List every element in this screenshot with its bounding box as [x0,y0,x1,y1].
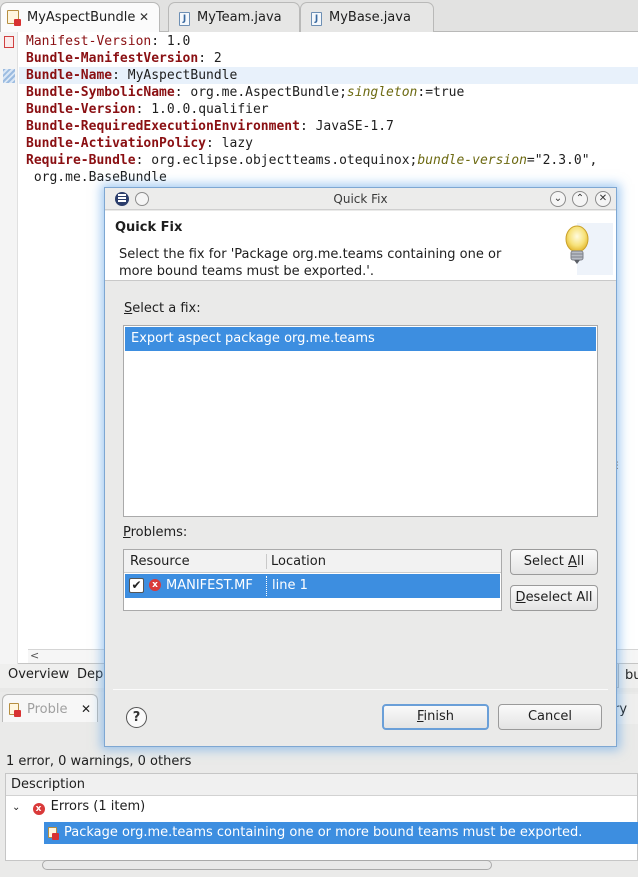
problem-row[interactable]: Package org.me.teams containing one or m… [44,822,638,844]
dialog-titlebar[interactable]: Quick Fix ⌄ ⌃ ✕ [105,188,616,210]
manifest-value: lazy [221,136,253,151]
tab-label: MyBase.java [329,10,411,25]
manifest-value: org.eclipse.objectteams.otequinox; [151,153,418,168]
deselect-all-button[interactable]: Deselect All [510,585,598,611]
scrollbar-thumb[interactable] [42,860,492,870]
errors-group-row[interactable]: ⌄ x Errors (1 item) [12,799,145,819]
manifest-key: Bundle-ManifestVersion [26,51,199,66]
close-icon[interactable]: ✕ [139,10,149,24]
dialog-header-message: Select the fix for 'Package org.me.teams… [119,247,502,279]
finish-button[interactable]: Finish [382,704,489,730]
current-line-marker-icon [3,69,15,83]
select-all-button[interactable]: Select All [510,549,598,575]
problems-table[interactable]: Description ⌄ x Errors (1 item) Package … [5,773,638,861]
manifest-key: Manifest-Version [26,34,152,49]
manifest-attribute: bundle-version [417,153,527,168]
manifest-source[interactable]: Manifest-Version: 1.0 Bundle-ManifestVer… [26,33,597,186]
problems-view-tab[interactable]: Proble ✕ [2,694,98,722]
tab-myaspectbundle[interactable]: MyAspectBundle ✕ [0,2,160,33]
scroll-left-icon[interactable]: < [30,649,39,662]
manifest-key: Bundle-Version [26,102,136,117]
manifest-key: Bundle-RequiredExecutionEnvironment [26,119,300,134]
tab-mybase-java[interactable]: J MyBase.java [300,2,434,32]
manifest-key: Bundle-SymbolicName [26,85,175,100]
fix-item[interactable]: Export aspect package org.me.teams [125,327,596,351]
minimize-icon[interactable]: ⌄ [550,191,566,207]
dialog-window-title: Quick Fix [333,192,388,206]
manifest-value: org.me.BaseBundle [26,170,167,185]
manifest-key: Bundle-ActivationPolicy [26,136,207,151]
dialog-separator [113,689,608,690]
select-fix-label: Select a fix: [124,301,201,316]
tab-label: MyTeam.java [197,10,282,25]
manifest-value: 1.0 [166,34,191,49]
error-icon: x [149,579,161,591]
java-file-icon: J [311,10,322,26]
column-location[interactable]: Location [271,554,326,569]
tab-overview[interactable]: Overview [0,664,77,688]
problems-summary: 1 error, 0 warnings, 0 others [6,754,192,769]
fix-list[interactable]: Export aspect package org.me.teams [123,325,598,517]
problem-resource: MANIFEST.MF [166,578,253,593]
problem-checkbox[interactable]: ✔ [129,578,144,593]
manifest-value: 1.0.0.qualifier [151,102,269,117]
java-file-icon: J [179,10,190,26]
lightbulb-icon [565,223,613,275]
resize-grip-icon[interactable]: ⋮ [613,462,622,471]
maximize-icon[interactable]: ⌃ [572,191,588,207]
tab-label: MyAspectBundle [27,10,136,25]
error-marker-icon[interactable] [4,36,14,48]
manifest-key: Require-Bundle [26,153,136,168]
help-icon[interactable]: ? [126,707,147,728]
vertical-ruler [0,32,18,664]
errors-group-label: Errors (1 item) [50,799,146,814]
problems-horizontal-scrollbar[interactable] [8,858,638,872]
manifest-value: org.me.AspectBundle; [190,85,347,100]
problems-tab-label: Proble [27,702,68,717]
manifest-error-icon [48,827,59,842]
problem-row[interactable]: ✔ x MANIFEST.MF line 1 [125,574,500,598]
column-description[interactable]: Description [6,774,637,796]
close-icon[interactable]: ✕ [595,191,611,207]
manifest-key: Bundle-Name [26,68,113,83]
problems-icon [9,703,21,719]
manifest-value: MyAspectBundle [127,68,238,83]
problem-location: line 1 [272,578,308,593]
problems-selection-table[interactable]: Resource Location ✔ x MANIFEST.MF line 1 [123,549,502,611]
manifest-icon [7,10,21,28]
tab-myteam-java[interactable]: J MyTeam.java [168,2,300,32]
close-icon[interactable]: ✕ [81,702,91,716]
manifest-value: JavaSE-1.7 [315,119,394,134]
cancel-button[interactable]: Cancel [498,704,602,730]
dialog-header-title: Quick Fix [115,220,183,235]
column-resource[interactable]: Resource [130,554,190,569]
tab-build-partial[interactable]: bu [618,664,638,688]
dialog-header: Quick Fix Select the fix for 'Package or… [105,211,616,281]
chevron-down-icon[interactable]: ⌄ [12,802,20,813]
error-icon: x [32,803,45,815]
manifest-attribute: singleton [346,85,418,100]
editor-tab-bar: MyAspectBundle ✕ J MyTeam.java J MyBase.… [0,0,638,33]
problem-description: Package org.me.teams containing one or m… [64,825,583,840]
problems-label: Problems: [123,525,188,540]
quick-fix-dialog: Quick Fix ⌄ ⌃ ✕ Quick Fix Select the fix… [104,187,622,747]
problems-table-header: Resource Location [124,550,501,573]
manifest-value: 2 [213,51,222,66]
